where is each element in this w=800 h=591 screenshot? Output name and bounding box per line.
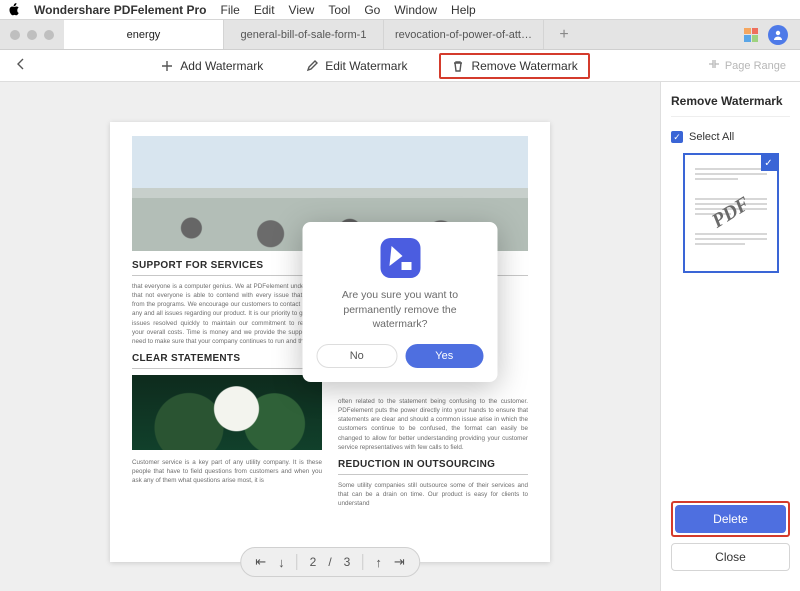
delete-button-highlight: Delete [671,501,790,537]
watermark-thumbnail[interactable]: ✓ PDF [683,153,779,273]
edit-watermark-button[interactable]: Edit Watermark [295,55,417,77]
select-all-checkbox[interactable]: ✓ Select All [671,131,790,143]
zoom-window-icon[interactable] [44,30,54,40]
doc-paragraph: Customer service is a key part of any ut… [132,458,322,485]
close-window-icon[interactable] [10,30,20,40]
prev-page-button[interactable] [278,555,285,570]
dialog-no-button[interactable]: No [317,344,398,368]
total-pages: 3 [344,555,351,569]
remove-watermark-panel: Remove Watermark ✓ Select All ✓ PDF Dele… [660,82,800,591]
add-tab-button[interactable]: + [544,20,584,49]
page-navigator: 2 / 3 [240,547,420,577]
delete-button[interactable]: Delete [675,505,786,533]
tab-bill-of-sale[interactable]: general-bill-of-sale-form-1 [224,20,384,49]
checkbox-checked-icon: ✓ [671,131,683,143]
app-name: Wondershare PDFelement Pro [34,3,207,17]
button-label: Remove Watermark [471,59,577,73]
tab-label: general-bill-of-sale-form-1 [241,29,367,41]
page-inline-image [132,375,322,450]
checkmark-icon: ✓ [761,155,777,171]
tab-revocation[interactable]: revocation-of-power-of-att… [384,20,544,49]
tab-label: energy [127,29,161,41]
add-watermark-button[interactable]: Add Watermark [150,55,273,77]
doc-paragraph: Some utility companies still outsource s… [338,481,528,508]
pencil-icon [305,59,319,73]
button-label: Edit Watermark [325,59,407,73]
first-page-button[interactable] [255,554,266,570]
tab-label: revocation-of-power-of-att… [395,29,532,41]
plus-icon [160,59,174,73]
menu-file[interactable]: File [221,3,240,17]
document-tabs: energy general-bill-of-sale-form-1 revoc… [64,20,732,49]
panel-title: Remove Watermark [671,94,790,117]
button-label: Yes [435,350,453,362]
doc-heading: REDUCTION IN OUTSOURCING [338,460,528,470]
user-avatar[interactable] [768,25,788,45]
mac-menubar: Wondershare PDFelement Pro File Edit Vie… [0,0,800,20]
watermark-toolbar: Add Watermark Edit Watermark Remove Wate… [0,50,800,82]
divider [338,474,528,475]
remove-watermark-button[interactable]: Remove Watermark [439,53,589,79]
menu-window[interactable]: Window [394,3,437,17]
doc-paragraph: that everyone is a computer genius. We a… [132,282,322,346]
menu-tool[interactable]: Tool [328,3,350,17]
page-separator: / [328,555,331,569]
tab-strip: energy general-bill-of-sale-form-1 revoc… [0,20,800,50]
plus-icon: + [559,26,568,44]
trash-icon [451,59,465,73]
window-traffic-lights [0,20,64,49]
doc-heading: CLEAR STATEMENTS [132,354,322,364]
button-label: Add Watermark [180,59,263,73]
menu-edit[interactable]: Edit [254,3,275,17]
current-page[interactable]: 2 [310,555,317,569]
confirm-remove-dialog: Are you sure you want to permanently rem… [303,222,498,382]
divider [297,554,298,570]
minimize-window-icon[interactable] [27,30,37,40]
app-logo-icon [380,238,420,278]
select-all-label: Select All [689,131,734,143]
tabbar-right [732,20,800,49]
apps-grid-icon[interactable] [744,28,758,42]
page-range-button[interactable]: Page Range [686,59,786,72]
dialog-message: Are you sure you want to permanently rem… [317,288,484,332]
apple-icon [8,3,20,16]
doc-paragraph: often related to the statement being con… [338,397,528,452]
tab-energy[interactable]: energy [64,20,224,49]
button-label: Delete [713,512,748,526]
back-button[interactable] [14,57,28,75]
button-label: No [350,350,364,362]
close-button[interactable]: Close [671,543,790,571]
menu-go[interactable]: Go [364,3,380,17]
divider [132,368,322,369]
page-range-icon [708,59,720,72]
divider [362,554,363,570]
menu-help[interactable]: Help [451,3,476,17]
page-range-label: Page Range [725,60,786,72]
next-page-button[interactable] [375,555,382,570]
button-label: Close [715,550,746,564]
dialog-yes-button[interactable]: Yes [405,344,484,368]
menu-view[interactable]: View [289,3,315,17]
last-page-button[interactable] [394,554,405,570]
